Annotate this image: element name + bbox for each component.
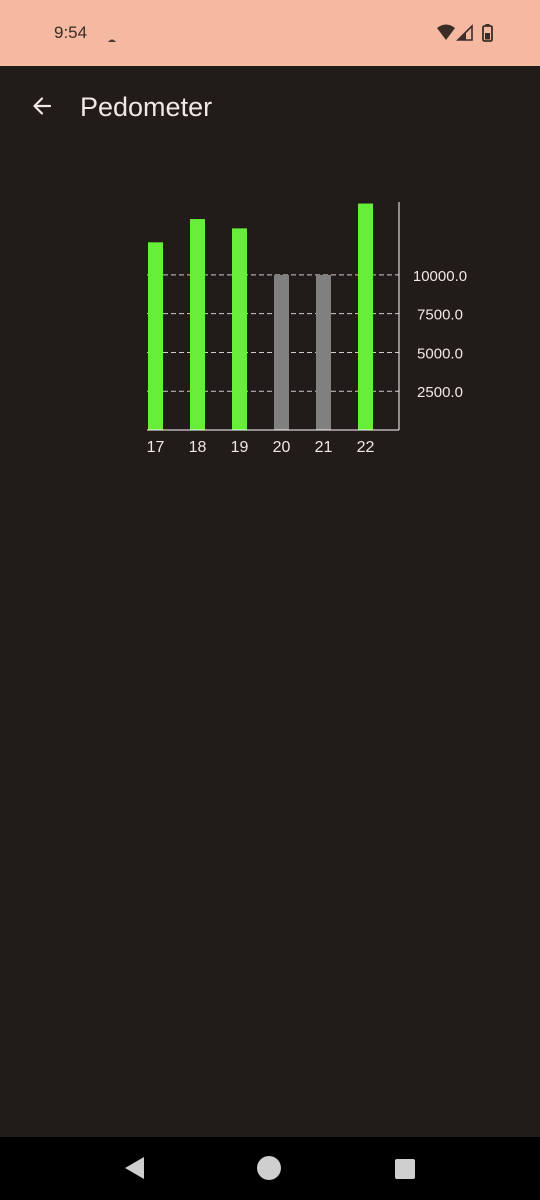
y-tick-label: 2500.0 (417, 384, 463, 401)
x-tick-label: 19 (231, 439, 249, 456)
square-recents-icon (395, 1159, 415, 1179)
status-time: 9:54 (54, 23, 88, 42)
x-tick-label: 21 (315, 439, 333, 456)
steps-chart: 2500.0 5000.0 7500.0 10000.0 17 18 19 20 21 22 (0, 180, 540, 480)
x-tick-label: 20 (273, 439, 291, 456)
circle-home-icon (257, 1156, 281, 1180)
notification-dot-icon (107, 30, 117, 48)
status-bar: 9:54 (0, 0, 540, 66)
back-button[interactable] (18, 84, 66, 132)
bar-20 (274, 274, 289, 430)
arrow-left-icon (30, 94, 54, 123)
bar-22 (358, 203, 373, 430)
page-title: Pedometer (80, 92, 213, 122)
nav-home-button[interactable] (255, 1154, 283, 1187)
status-icons (436, 23, 498, 48)
app-bar: Pedometer (0, 66, 540, 152)
signal-icon (456, 24, 473, 41)
bar-17 (148, 242, 163, 430)
y-tick-label: 7500.0 (417, 307, 463, 324)
battery-icon (482, 24, 493, 42)
bar-19 (232, 228, 247, 430)
x-tick-label: 18 (189, 439, 207, 456)
steps-bar-chart: 2500.0 5000.0 7500.0 10000.0 17 18 19 20 21 22 (147, 202, 467, 456)
y-tick-label: 10000.0 (413, 268, 467, 285)
nav-recents-button[interactable] (392, 1156, 418, 1187)
x-tick-label: 22 (357, 439, 375, 456)
wifi-icon (437, 24, 455, 40)
bar-18 (190, 219, 205, 430)
navigation-bar (0, 1137, 540, 1200)
bar-21 (316, 274, 331, 430)
y-tick-label: 5000.0 (417, 345, 463, 362)
nav-back-button[interactable] (120, 1153, 148, 1188)
triangle-back-icon (125, 1157, 144, 1179)
x-tick-label: 17 (147, 439, 165, 456)
